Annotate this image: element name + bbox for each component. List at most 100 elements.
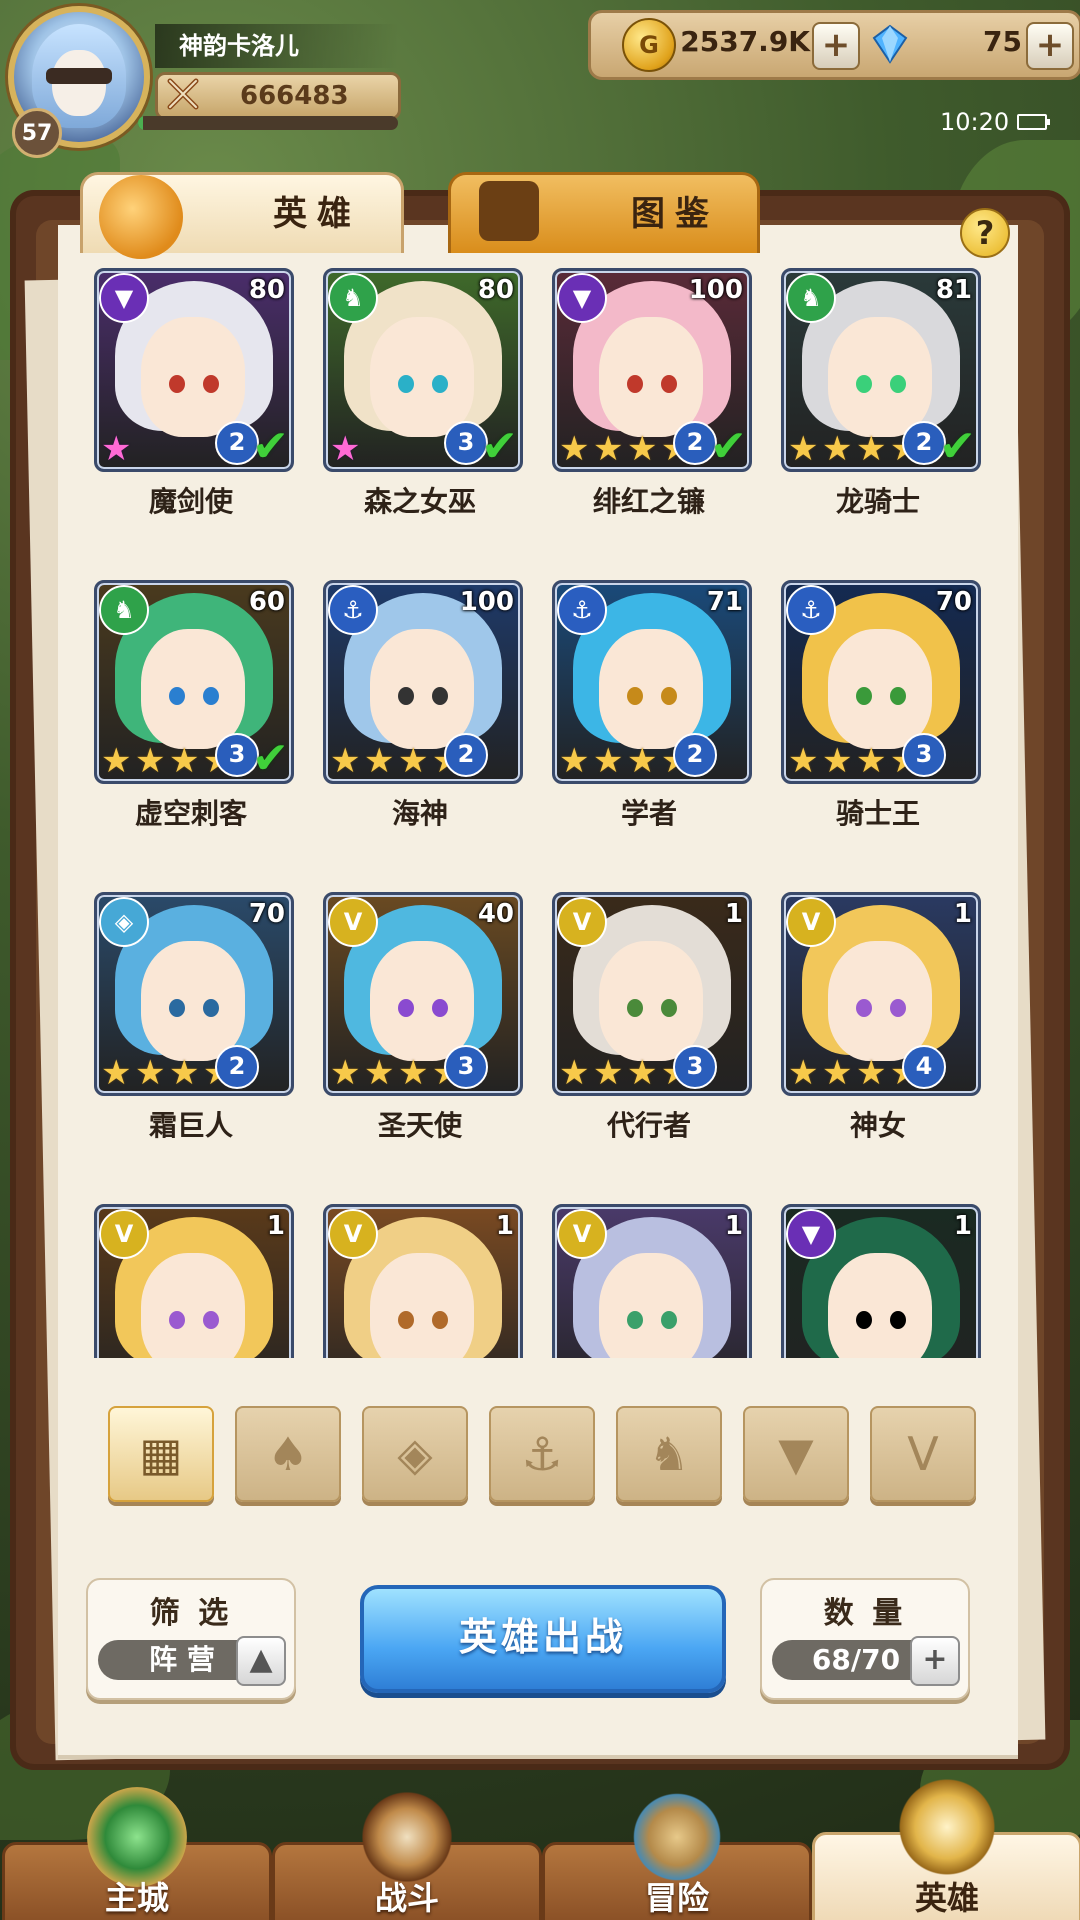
hero-card[interactable]: ▼ 80 ★ 2 ✔ [94,268,294,472]
beast-head-icon: ♞ [648,1427,690,1481]
nav-heroes[interactable]: 英雄 [812,1777,1080,1920]
holy-faction-icon: V [328,897,378,947]
hero-portrait-eye [627,687,643,705]
hero-card[interactable]: ◈70★★★★2 [94,892,294,1096]
demon-faction-icon: ▼ [99,273,149,323]
help-button[interactable]: ? [960,208,1010,258]
holy-faction-icon: V [557,1209,607,1259]
hero-portrait-eye [890,687,906,705]
hero-name: 海神 [391,797,448,830]
faction-filter-button[interactable]: ♞ [616,1406,722,1502]
star-icon: ★ [559,741,590,781]
faction-filter-button[interactable]: ▼ [743,1406,849,1502]
hero-card[interactable]: V1 [323,1204,523,1358]
hero-portrait-eye [432,375,448,393]
faction-filter-button[interactable]: ♠ [235,1406,341,1502]
ocean-faction-icon: ⚓ [557,585,607,635]
nav-battle[interactable]: 战斗 [272,1787,542,1920]
hero-name: 骑士王 [835,797,920,830]
hero-portrait-face [599,317,703,437]
hero-portrait-face [828,1253,932,1358]
add-gold-button[interactable]: + [812,22,860,70]
tab-codex[interactable]: 图鉴 [448,172,760,253]
deployed-check-icon: ✔ [252,421,289,472]
magnifier-book-icon [479,181,539,241]
beast-faction-icon: ♞ [786,273,836,323]
hero-card[interactable]: V1★★★★4 [781,892,981,1096]
hero-card[interactable]: ▼ 1 [781,1204,981,1358]
tab-codex-label: 图鉴 [631,194,719,234]
tab-heroes[interactable]: 英雄 [80,172,404,259]
hero-card[interactable]: V40★★★★3 [323,892,523,1096]
hero-name: 虚空刺客 [134,797,247,830]
star-icon: ★ [559,429,590,469]
grid-icon: ▦ [139,1427,183,1481]
faction-filter-button[interactable]: ⚓ [489,1406,595,1502]
hero-card[interactable]: ⚓70★★★★3 [781,580,981,784]
hero-card[interactable]: V1★★★★3 [552,892,752,1096]
hero-portrait-eye [203,687,219,705]
holy-wing-icon: V [907,1427,939,1481]
star-icon: ★ [822,741,853,781]
star-icon: ★ [627,741,658,781]
add-gems-button[interactable]: + [1026,22,1074,70]
hero-card[interactable]: V1 [94,1204,294,1358]
faction-filter-button[interactable]: V [870,1406,976,1502]
frost-icon: ◈ [397,1427,433,1481]
hero-portrait-eye [856,375,872,393]
star-icon: ★ [856,741,887,781]
nav-main-city[interactable]: 主城 [2,1787,272,1920]
hero-card[interactable]: V1 [552,1204,752,1358]
hero-level: 1 [724,899,743,929]
ocean-faction-icon: ⚓ [786,585,836,635]
faction-filter-bar: ▦ ♠ ◈ ⚓ ♞ ▼ V [108,1406,984,1502]
hero-card[interactable]: ⚓71★★★★2 [552,580,752,784]
hero-portrait-face [599,629,703,749]
hero-card[interactable]: ▼100★★★★2✔ [552,268,752,472]
hero-portrait-eye [398,1311,414,1329]
hero-evolve-badge: 2 [444,733,488,777]
hero-level: 60 [248,587,285,617]
hero-name: 龙骑士 [835,485,920,518]
star-icon: ★ [135,1053,166,1093]
filter-value: 阵 营 [149,1643,215,1676]
expand-capacity-button[interactable]: + [910,1636,960,1686]
hero-card[interactable]: ♞60★★★★3✔ [94,580,294,784]
hero-star-rating: ★ [101,432,135,467]
deployed-check-icon: ✔ [481,421,518,472]
anchor-icon: ⚓ [521,1427,563,1481]
deploy-heroes-button[interactable]: 英雄出战 [360,1585,726,1693]
chevron-up-icon[interactable]: ▲ [236,1636,286,1686]
hero-card[interactable]: ⚓100★★★★2 [323,580,523,784]
hero-count-control: 数 量 68/70 + [760,1578,970,1700]
hero-evolve-badge: 4 [902,1045,946,1089]
hero-evolve-badge: 2 [215,1045,259,1089]
hero-level: 81 [935,275,972,305]
hero-portrait-eye [627,999,643,1017]
hero-card[interactable]: ♞81★★★★2✔ [781,268,981,472]
star-icon: ★ [822,1053,853,1093]
faction-filter-button[interactable]: ▦ [108,1406,214,1502]
hero-portrait-eye [627,375,643,393]
demon-horns-icon: ▼ [778,1427,814,1481]
battery-icon [1017,114,1051,130]
nav-main-city-label: 主城 [104,1879,169,1917]
rainbow-star-icon: ★ [330,429,361,469]
holy-faction-icon: V [786,897,836,947]
star-icon: ★ [330,1053,361,1093]
nav-adventure[interactable]: 冒险 [542,1787,812,1920]
player-name: 神韵卡洛儿 [155,24,399,68]
hero-portrait-eye [169,1311,185,1329]
faction-filter-button[interactable]: ◈ [362,1406,468,1502]
hero-count-bar: 68/70 + [772,1636,960,1686]
hero-card[interactable]: ♞ 80 ★ 3 ✔ [323,268,523,472]
filter-selector[interactable]: 阵 营 ▲ [98,1636,286,1686]
hero-level: 1 [953,1211,972,1241]
hero-portrait-eye [856,687,872,705]
frost-faction-icon: ◈ [99,897,149,947]
hero-level: 100 [459,587,514,617]
hero-level: 1 [953,899,972,929]
hero-portrait-eye [661,687,677,705]
star-icon: ★ [398,1053,429,1093]
hero-level: 100 [688,275,743,305]
